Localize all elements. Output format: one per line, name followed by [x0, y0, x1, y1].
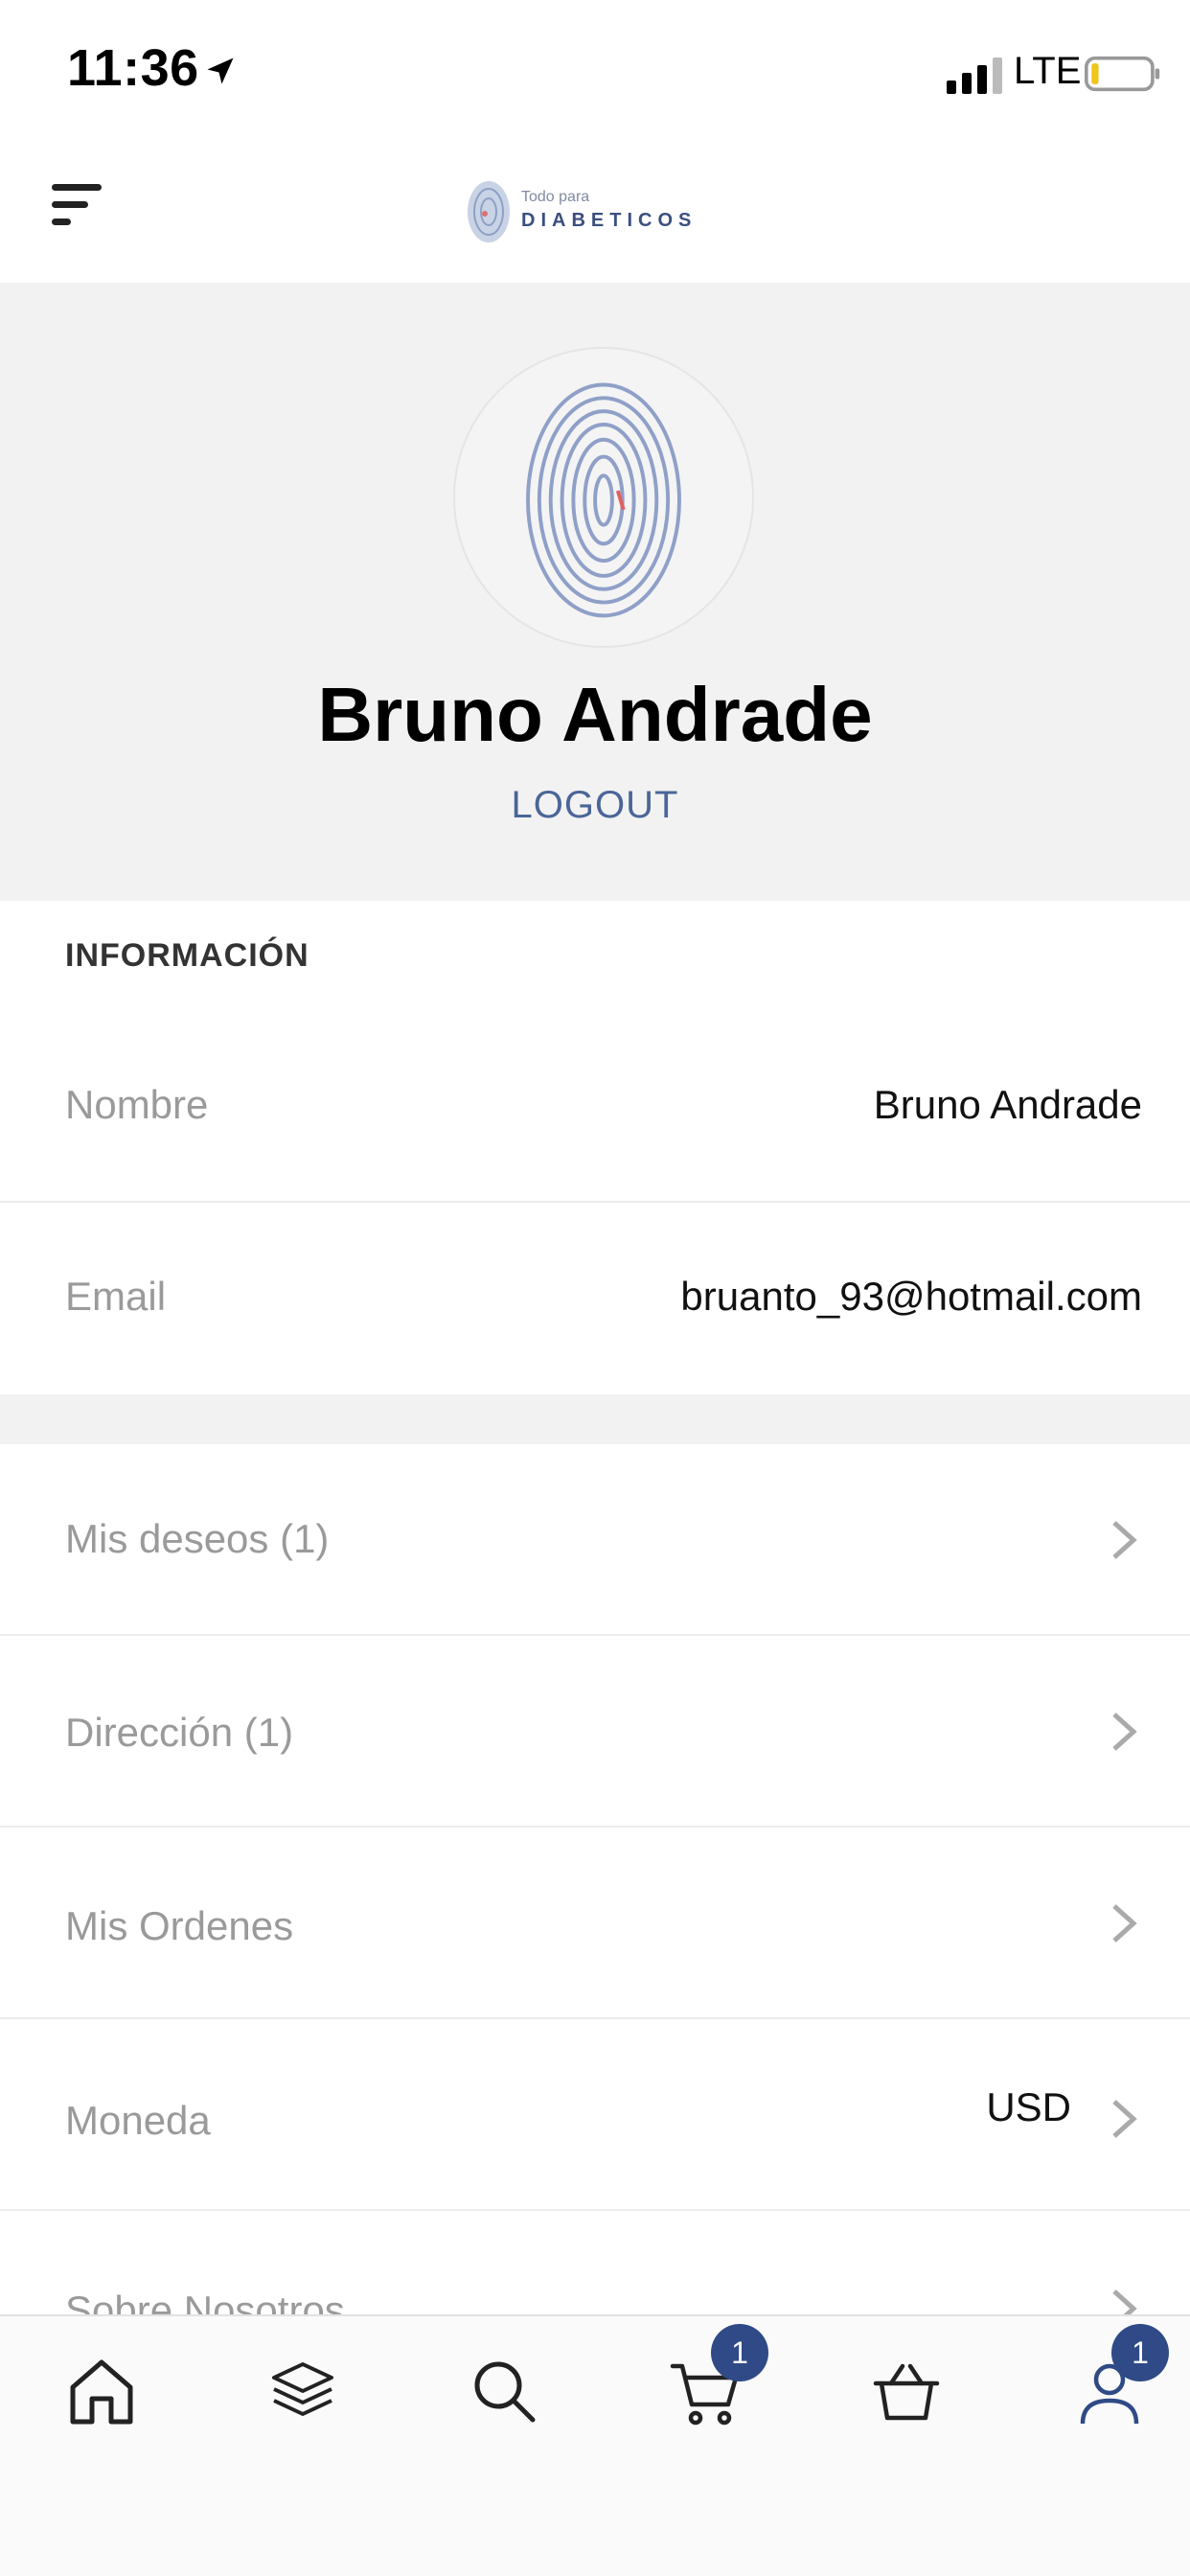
menu-item-address[interactable]: Dirección (1): [0, 1636, 1190, 1828]
menu-item-currency[interactable]: Moneda USD: [0, 2019, 1190, 2211]
menu-item-wishlist[interactable]: Mis deseos (1): [0, 1444, 1190, 1636]
search-icon[interactable]: [466, 2353, 542, 2429]
section-divider: [0, 1394, 1190, 1444]
email-label: Email: [65, 1274, 167, 1319]
fingerprint-logo-icon: [468, 181, 510, 242]
info-row-email: Email bruanto_93@hotmail.com: [0, 1203, 1190, 1394]
chevron-right-icon: [1112, 1713, 1137, 1751]
logo-brand-text: DIABETICOS: [521, 210, 698, 231]
info-section-title: INFORMACIÓN: [65, 937, 309, 974]
logo-small-text: Todo para: [521, 189, 590, 205]
name-value: Bruno Andrade: [873, 1082, 1142, 1127]
bottom-tab-bar: [0, 2314, 1190, 2576]
status-time: 11:36: [67, 39, 199, 97]
signal-icon: [947, 58, 1002, 94]
location-arrow-icon: [207, 58, 234, 84]
battery-icon: [1085, 56, 1160, 92]
info-row-name: Nombre Bruno Andrade: [0, 1011, 1190, 1203]
logout-button[interactable]: LOGOUT: [0, 784, 1190, 827]
profile-name: Bruno Andrade: [317, 672, 873, 757]
account-badge: 1: [1111, 2324, 1169, 2381]
menu-item-orders[interactable]: Mis Ordenes: [0, 1828, 1190, 2019]
basket-icon[interactable]: [868, 2353, 945, 2429]
address-label: Dirección (1): [65, 1710, 294, 1755]
fingerprint-avatar-icon: [526, 382, 681, 618]
chevron-right-icon: [1112, 2100, 1137, 2138]
menu-icon[interactable]: [50, 180, 103, 234]
layers-icon[interactable]: [264, 2353, 341, 2429]
avatar[interactable]: [453, 347, 754, 648]
orders-label: Mis Ordenes: [65, 1903, 294, 1948]
wishlist-label: Mis deseos (1): [65, 1516, 330, 1561]
app-logo[interactable]: Todo para DIABETICOS: [466, 177, 715, 246]
name-label: Nombre: [65, 1082, 209, 1127]
status-bar: 11:36 LTE: [0, 0, 1190, 144]
network-label: LTE: [1014, 50, 1082, 92]
home-icon[interactable]: [63, 2353, 140, 2429]
chevron-right-icon: [1112, 1904, 1137, 1943]
email-value: bruanto_93@hotmail.com: [680, 1274, 1142, 1319]
currency-value: USD: [986, 2084, 1071, 2129]
cart-badge: 1: [711, 2324, 768, 2381]
currency-label: Moneda: [65, 2098, 211, 2143]
chevron-right-icon: [1112, 1521, 1137, 1559]
